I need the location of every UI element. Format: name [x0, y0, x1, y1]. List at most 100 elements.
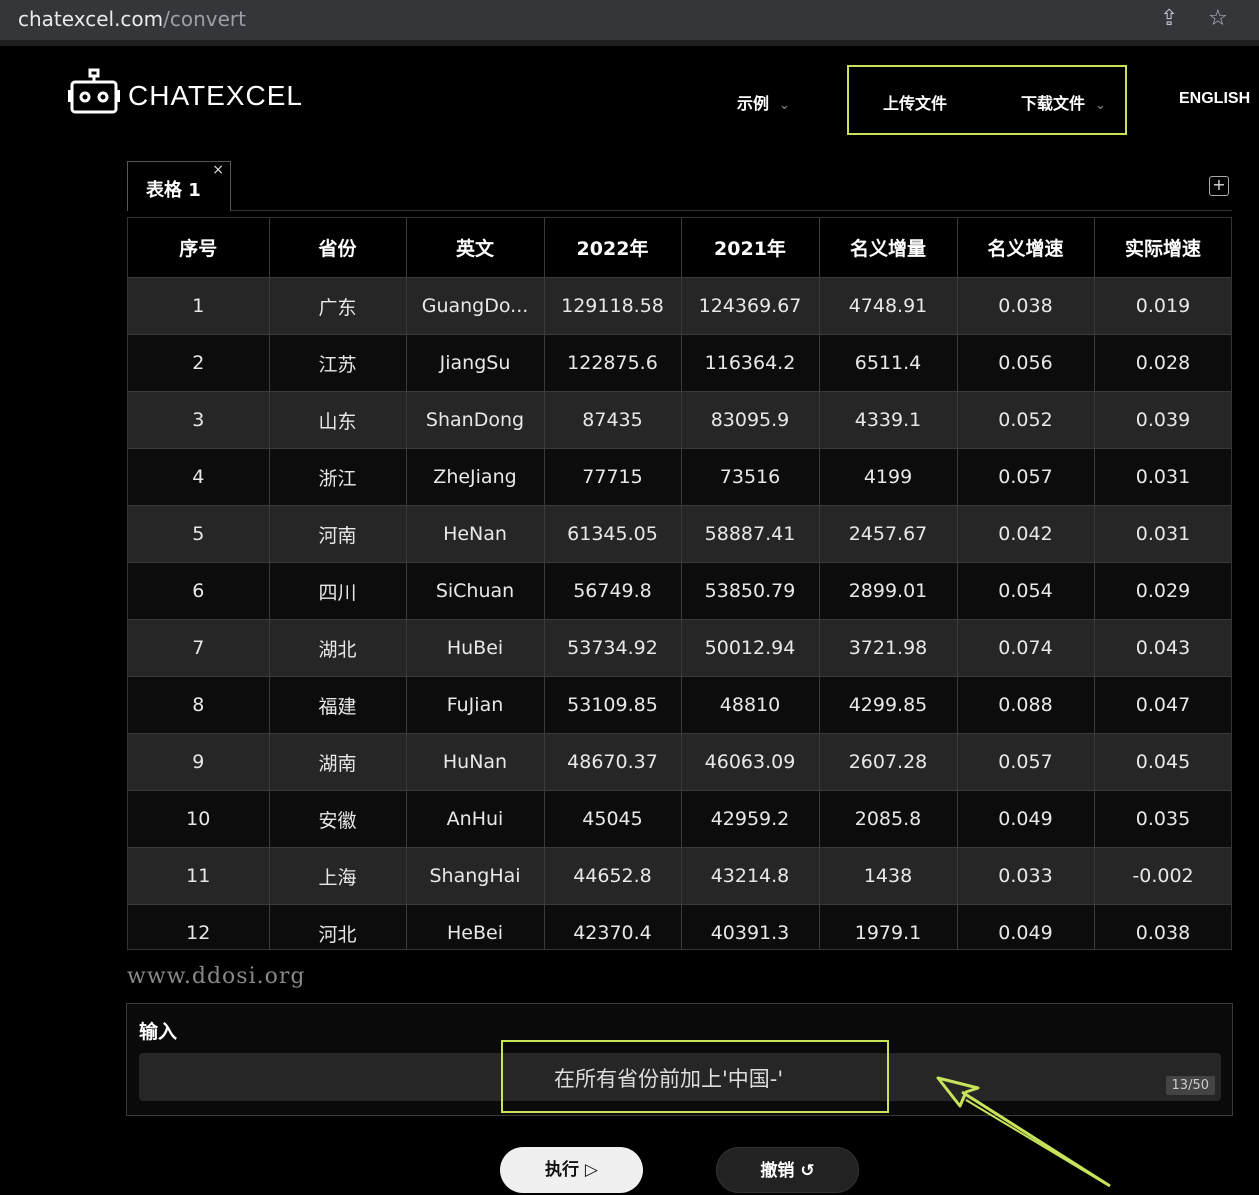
table-cell[interactable]: 山东 — [269, 391, 407, 449]
table-cell[interactable]: 50012.94 — [681, 619, 820, 677]
table-row[interactable]: 2 江苏 JiangSu 122875.6 116364.2 6511.4 0.056 0.0… — [128, 334, 1231, 392]
table-cell[interactable]: 7 — [128, 619, 270, 677]
table-cell[interactable]: 0.031 — [1094, 505, 1231, 563]
table-cell[interactable]: 87435 — [544, 391, 682, 449]
table-cell[interactable]: 河北 — [269, 904, 407, 949]
table-cell[interactable]: 4199 — [819, 448, 958, 506]
column-header[interactable]: 实际增速 — [1094, 218, 1231, 278]
table-cell[interactable]: 42959.2 — [681, 790, 820, 848]
table-cell[interactable]: ShangHai — [406, 847, 545, 905]
table-cell[interactable]: 48670.37 — [544, 733, 682, 791]
table-cell[interactable]: 9 — [128, 733, 270, 791]
table-cell[interactable]: 73516 — [681, 448, 820, 506]
column-header[interactable]: 省份 — [269, 218, 407, 278]
nav-upload-file[interactable]: 上传文件 — [883, 90, 947, 114]
table-cell[interactable]: 4339.1 — [819, 391, 958, 449]
table-cell[interactable]: ZheJiang — [406, 448, 545, 506]
table-cell[interactable]: 0.052 — [957, 391, 1095, 449]
table-cell[interactable]: 福建 — [269, 676, 407, 734]
table-cell[interactable]: 1979.1 — [819, 904, 958, 949]
table-row[interactable]: 1 广东 GuangDo... 129118.58 124369.67 4748.91 0.… — [128, 277, 1231, 335]
table-cell[interactable]: 0.043 — [1094, 619, 1231, 677]
table-cell[interactable]: 0.039 — [1094, 391, 1231, 449]
table-cell[interactable]: 广东 — [269, 277, 407, 335]
table-cell[interactable]: 116364.2 — [681, 334, 820, 392]
table-cell[interactable]: JiangSu — [406, 334, 545, 392]
column-header[interactable]: 名义增量 — [819, 218, 958, 278]
table-cell[interactable]: 0.033 — [957, 847, 1095, 905]
table-cell[interactable]: 53850.79 — [681, 562, 820, 620]
table-cell[interactable]: SiChuan — [406, 562, 545, 620]
table-cell[interactable]: HeBei — [406, 904, 545, 949]
table-cell[interactable]: 11 — [128, 847, 270, 905]
table-cell[interactable]: -0.002 — [1094, 847, 1231, 905]
data-table[interactable]: 序号 省份 英文 2022年 2021年 名义增量 名义增速 实际增速 1 广东 GuangDo.… — [127, 217, 1232, 950]
column-header[interactable]: 英文 — [406, 218, 545, 278]
table-cell[interactable]: 2899.01 — [819, 562, 958, 620]
table-row[interactable]: 9 湖南 HuNan 48670.37 46063.09 2607.28 0.057 0.04… — [128, 733, 1231, 791]
table-cell[interactable]: 0.057 — [957, 448, 1095, 506]
table-cell[interactable]: 湖北 — [269, 619, 407, 677]
language-switch[interactable]: ENGLISH — [1179, 90, 1250, 108]
table-cell[interactable]: 0.057 — [957, 733, 1095, 791]
table-cell[interactable]: HuNan — [406, 733, 545, 791]
undo-button[interactable]: 撤销 ↺ — [716, 1147, 859, 1193]
table-cell[interactable]: 2 — [128, 334, 270, 392]
table-cell[interactable]: 56749.8 — [544, 562, 682, 620]
table-row[interactable]: 12 河北 HeBei 42370.4 40391.3 1979.1 0.049 0.038 — [128, 904, 1231, 949]
table-cell[interactable]: 4748.91 — [819, 277, 958, 335]
table-cell[interactable]: 0.074 — [957, 619, 1095, 677]
column-header[interactable]: 名义增速 — [957, 218, 1095, 278]
table-cell[interactable]: 1 — [128, 277, 270, 335]
table-cell[interactable]: 5 — [128, 505, 270, 563]
table-cell[interactable]: 湖南 — [269, 733, 407, 791]
table-cell[interactable]: 0.028 — [1094, 334, 1231, 392]
table-cell[interactable]: 44652.8 — [544, 847, 682, 905]
nav-download-file[interactable]: 下载文件 ⌄ — [1021, 90, 1106, 114]
table-cell[interactable]: 53109.85 — [544, 676, 682, 734]
table-cell[interactable]: 122875.6 — [544, 334, 682, 392]
table-cell[interactable]: 0.038 — [1094, 904, 1231, 949]
table-cell[interactable]: HuBei — [406, 619, 545, 677]
table-cell[interactable]: 3 — [128, 391, 270, 449]
table-cell[interactable]: AnHui — [406, 790, 545, 848]
table-cell[interactable]: 4299.85 — [819, 676, 958, 734]
table-row[interactable]: 4 浙江 ZheJiang 77715 73516 4199 0.057 0.031 — [128, 448, 1231, 506]
table-cell[interactable]: 40391.3 — [681, 904, 820, 949]
table-cell[interactable]: 2607.28 — [819, 733, 958, 791]
table-cell[interactable]: 10 — [128, 790, 270, 848]
column-header[interactable]: 2021年 — [681, 218, 820, 278]
table-row[interactable]: 3 山东 ShanDong 87435 83095.9 4339.1 0.052 0.039 — [128, 391, 1231, 449]
table-cell[interactable]: 0.088 — [957, 676, 1095, 734]
table-cell[interactable]: 0.056 — [957, 334, 1095, 392]
table-cell[interactable]: 43214.8 — [681, 847, 820, 905]
table-cell[interactable]: 58887.41 — [681, 505, 820, 563]
close-icon[interactable]: × — [212, 162, 224, 178]
table-cell[interactable]: 0.019 — [1094, 277, 1231, 335]
table-cell[interactable]: 0.047 — [1094, 676, 1231, 734]
add-tab-button[interactable]: + — [1209, 176, 1229, 196]
table-cell[interactable]: 77715 — [544, 448, 682, 506]
column-header[interactable]: 2022年 — [544, 218, 682, 278]
table-row[interactable]: 10 安徽 AnHui 45045 42959.2 2085.8 0.049 0.035 — [128, 790, 1231, 848]
share-icon[interactable]: ⇪ — [1160, 6, 1178, 31]
table-cell[interactable]: 1438 — [819, 847, 958, 905]
table-cell[interactable]: GuangDo... — [406, 277, 545, 335]
table-cell[interactable]: 四川 — [269, 562, 407, 620]
table-row[interactable]: 8 福建 FuJian 53109.85 48810 4299.85 0.088 0.047 — [128, 676, 1231, 734]
table-cell[interactable]: 53734.92 — [544, 619, 682, 677]
star-icon[interactable]: ☆ — [1208, 6, 1228, 31]
table-cell[interactable]: 0.031 — [1094, 448, 1231, 506]
table-cell[interactable]: 江苏 — [269, 334, 407, 392]
column-header[interactable]: 序号 — [128, 218, 270, 278]
table-cell[interactable]: 42370.4 — [544, 904, 682, 949]
table-cell[interactable]: 0.049 — [957, 904, 1095, 949]
table-row[interactable]: 6 四川 SiChuan 56749.8 53850.79 2899.01 0.054 0.0… — [128, 562, 1231, 620]
table-cell[interactable]: 浙江 — [269, 448, 407, 506]
table-cell[interactable]: FuJian — [406, 676, 545, 734]
table-cell[interactable]: 0.045 — [1094, 733, 1231, 791]
table-cell[interactable]: 3721.98 — [819, 619, 958, 677]
table-cell[interactable]: 124369.67 — [681, 277, 820, 335]
run-button[interactable]: 执行 ▷ — [500, 1147, 643, 1193]
table-cell[interactable]: 129118.58 — [544, 277, 682, 335]
